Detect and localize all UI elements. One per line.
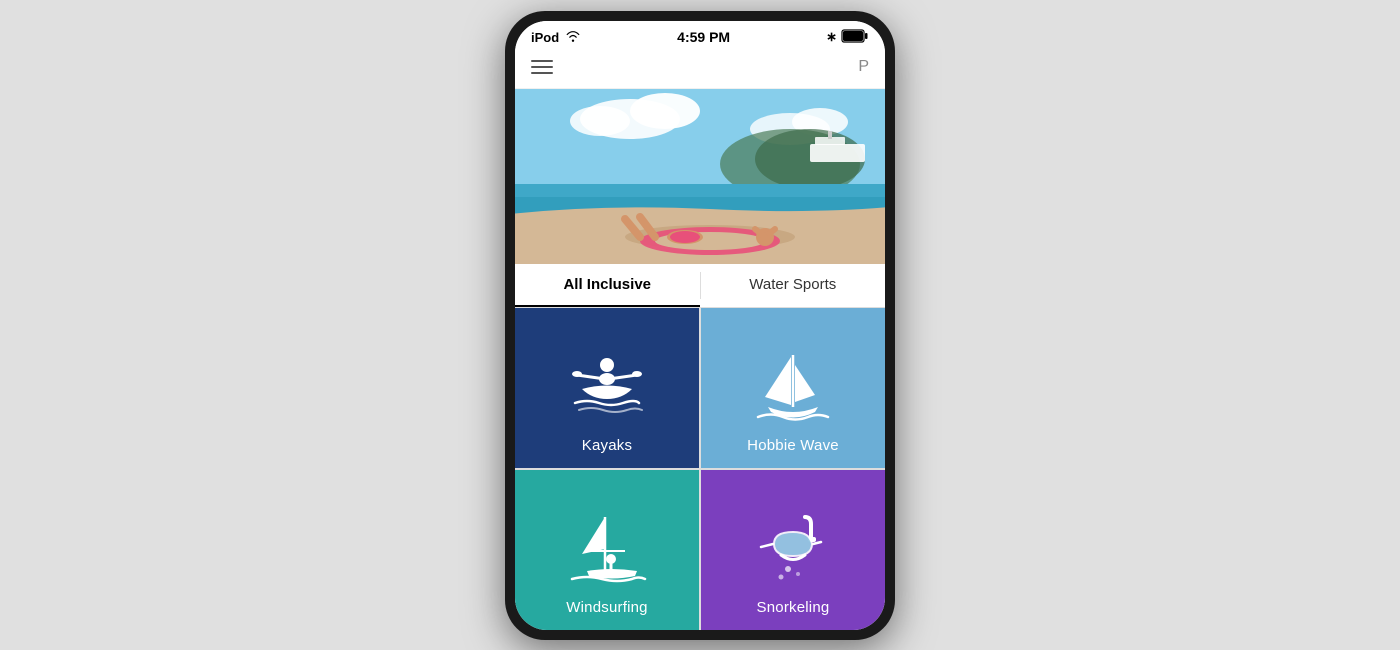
tab-bar: All Inclusive Water Sports [515,264,885,308]
card-snorkeling[interactable]: Snorkeling [701,470,885,630]
phone-device: iPod 4:59 PM ∗ [505,11,895,640]
status-right: ∗ [826,29,869,46]
tab-all-inclusive[interactable]: All Inclusive [515,264,700,307]
profile-button[interactable]: P [858,58,869,76]
windsurf-icon [567,509,647,589]
status-left: iPod [531,30,581,45]
wifi-icon [565,30,581,45]
activity-grid: Kayaks Hobbie Wave [515,308,885,630]
bluetooth-icon: ∗ [826,29,837,45]
nav-bar: P [515,50,885,89]
hamburger-line-1 [531,60,553,62]
battery-icon [841,29,869,46]
card-hobbie-wave[interactable]: Hobbie Wave [701,308,885,468]
status-bar: iPod 4:59 PM ∗ [515,21,885,50]
card-windsurfing-label: Windsurfing [566,599,647,616]
card-kayaks[interactable]: Kayaks [515,308,699,468]
card-snorkeling-label: Snorkeling [757,599,830,616]
time-display: 4:59 PM [677,29,730,45]
phone-screen: iPod 4:59 PM ∗ [515,21,885,630]
card-hobbie-wave-label: Hobbie Wave [747,437,839,454]
sailing-icon [753,347,833,427]
card-windsurfing[interactable]: Windsurfing [515,470,699,630]
kayak-icon [567,347,647,427]
card-kayaks-label: Kayaks [582,437,632,454]
hamburger-line-2 [531,66,553,68]
snorkel-icon [753,509,833,589]
tab-water-sports[interactable]: Water Sports [701,264,886,307]
hero-image [515,89,885,264]
device-label: iPod [531,30,559,45]
menu-button[interactable] [531,60,553,74]
hamburger-line-3 [531,72,553,74]
